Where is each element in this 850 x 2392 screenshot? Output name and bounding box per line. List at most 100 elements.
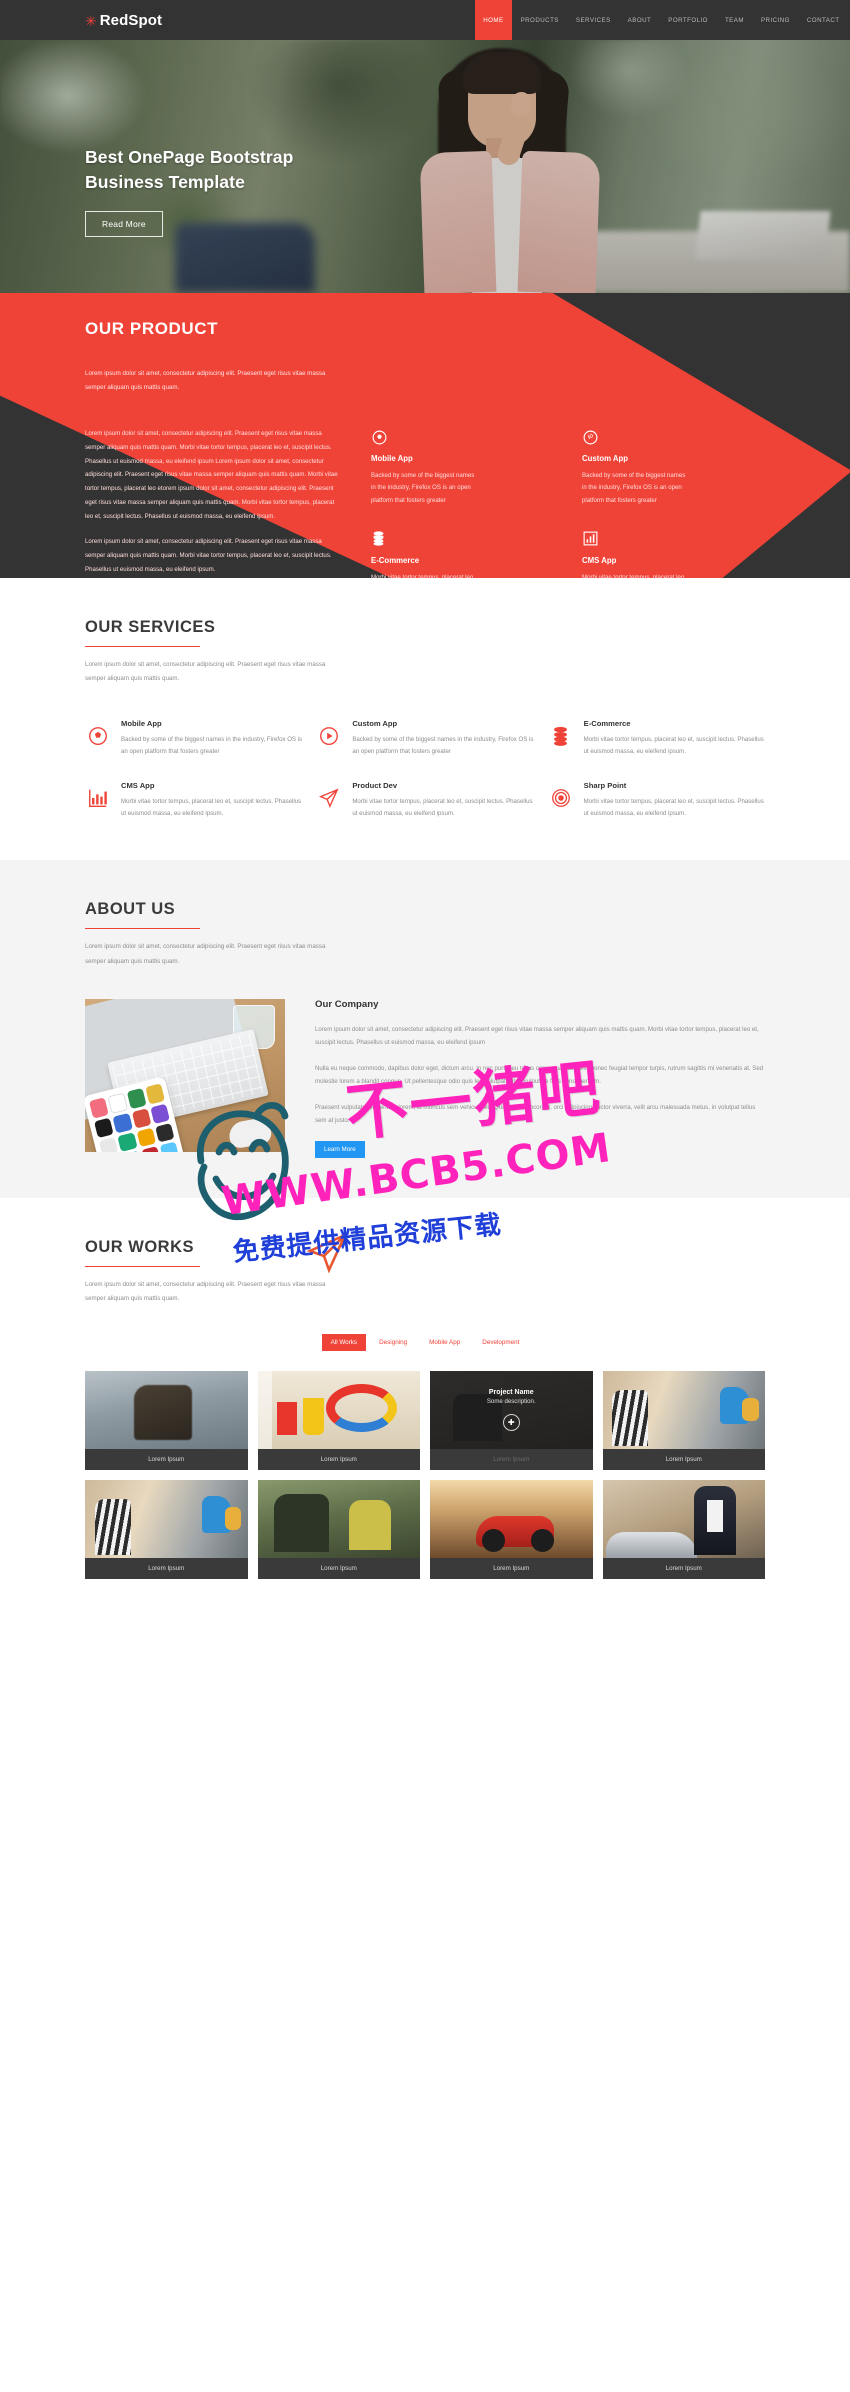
bar-chart-icon — [85, 781, 111, 821]
work-caption: Lorem Ipsum — [430, 1449, 593, 1471]
nav-item-team[interactable]: TEAM — [716, 0, 752, 40]
works-section-lead: Lorem ipsum dolor sit amet, consectetur … — [85, 1280, 326, 1302]
work-thumbnail — [257, 1480, 420, 1559]
services-section-title: OUR SERVICES — [85, 618, 216, 636]
about-subtitle: Our Company — [315, 999, 379, 1010]
product-card-desc: Morbi vitae tortor tempus, placerat leo … — [582, 573, 685, 578]
read-more-button[interactable]: Read More — [85, 210, 163, 237]
service-item-ecommerce[interactable]: E-Commerce Morbi vitae tortor tempus, pl… — [548, 719, 765, 759]
work-item[interactable]: Lorem Ipsum — [430, 1480, 593, 1580]
brand-logo[interactable]: ✳ RedSpot — [85, 12, 162, 29]
services-title-underline — [85, 646, 200, 647]
work-caption: Lorem Ipsum — [257, 1449, 420, 1471]
work-caption: Lorem Ipsum — [430, 1558, 593, 1580]
nav-item-products[interactable]: PRODUCTS — [512, 0, 567, 40]
product-card-cms-app[interactable]: CMS App Morbi vitae tortor tempus, place… — [582, 529, 765, 578]
nav-item-about[interactable]: ABOUT — [619, 0, 660, 40]
service-desc: Morbi vitae tortor tempus, placerat leo … — [352, 797, 533, 817]
work-hover-desc: Some description. — [486, 1398, 536, 1406]
work-hover-overlay: Project Name Some description. ✚ — [430, 1371, 593, 1450]
nav-item-pricing[interactable]: PRICING — [752, 0, 798, 40]
works-title-underline — [85, 1265, 200, 1267]
site-header: ✳ RedSpot HOME PRODUCTS SERVICES ABOUT P… — [0, 0, 850, 40]
service-desc: Morbi vitae tortor tempus, placerat leo … — [121, 797, 302, 817]
service-item-product-dev[interactable]: Product Dev Morbi vitae tortor tempus, p… — [316, 781, 533, 821]
work-item[interactable]: Lorem Ipsum — [85, 1371, 248, 1471]
about-section-title: ABOUT US — [85, 900, 176, 919]
nav-item-services[interactable]: SERVICES — [567, 0, 619, 40]
services-grid: Mobile App Backed by some of the biggest… — [85, 719, 765, 821]
service-title: E-Commerce — [583, 718, 631, 728]
brand-name: RedSpot — [99, 11, 163, 29]
filter-mobile-app[interactable]: Mobile App — [420, 1334, 469, 1351]
hero-content: Best OnePage Bootstrap Business Template… — [85, 145, 355, 237]
nav-item-contact[interactable]: CONTACT — [798, 0, 848, 40]
about-title-underline — [85, 928, 200, 930]
product-card-custom-app[interactable]: Custom App Backed by some of the biggest… — [582, 427, 765, 507]
about-image — [85, 999, 285, 1152]
database-icon — [371, 529, 554, 549]
work-thumbnail — [430, 1480, 593, 1559]
work-hover-title: Project Name — [488, 1389, 534, 1397]
work-thumbnail — [85, 1480, 248, 1559]
product-card-title: Mobile App — [371, 454, 413, 464]
work-thumbnail — [602, 1480, 765, 1559]
service-desc: Morbi vitae tortor tempus, placerat leo … — [583, 735, 764, 756]
product-paragraph-2: Lorem ipsum dolor sit amet, consectetur … — [85, 538, 332, 573]
product-card-mobile-app[interactable]: Mobile App Backed by some of the biggest… — [371, 427, 554, 507]
about-section: ABOUT US Lorem ipsum dolor sit amet, con… — [0, 860, 850, 1198]
service-item-custom-app[interactable]: Custom App Backed by some of the biggest… — [316, 719, 533, 759]
work-item-hovered[interactable]: Project Name Some description. ✚ Lorem I… — [430, 1371, 593, 1471]
service-title: Mobile App — [121, 718, 162, 728]
product-section-title: OUR PRODUCT — [85, 319, 219, 338]
product-card-title: E-Commerce — [371, 555, 420, 565]
product-card-title: Custom App — [582, 454, 629, 464]
about-text-column: Our Company Lorem ipsum dolor sit amet, … — [315, 999, 765, 1158]
main-navigation: HOME PRODUCTS SERVICES ABOUT PORTFOLIO T… — [474, 0, 848, 40]
about-paragraph-1: Lorem ipsum dolor sit amet, consectetur … — [315, 1026, 759, 1047]
nav-item-portfolio[interactable]: PORTFOLIO — [660, 0, 717, 40]
work-thumbnail — [257, 1371, 420, 1450]
pinterest-circle-icon — [582, 427, 765, 447]
work-caption: Lorem Ipsum — [602, 1558, 765, 1580]
about-paragraph-2: Nulla eu neque commodo, dapibus dolor eg… — [315, 1065, 764, 1086]
about-section-lead: Lorem ipsum dolor sit amet, consectetur … — [85, 943, 326, 965]
work-item[interactable]: Lorem Ipsum — [257, 1371, 420, 1471]
filter-all-works[interactable]: All Works — [321, 1334, 367, 1352]
work-item[interactable]: Lorem Ipsum — [85, 1480, 248, 1580]
work-item[interactable]: Lorem Ipsum — [257, 1480, 420, 1580]
paper-plane-icon — [316, 781, 342, 821]
product-paragraph-1: Lorem ipsum dolor sit amet, consectetur … — [85, 430, 338, 520]
work-item[interactable]: Lorem Ipsum — [602, 1480, 765, 1580]
service-item-cms-app[interactable]: CMS App Morbi vitae tortor tempus, place… — [85, 781, 302, 821]
work-caption: Lorem Ipsum — [602, 1449, 765, 1471]
plus-circle-icon[interactable]: ✚ — [502, 1414, 520, 1432]
services-section: OUR SERVICES Lorem ipsum dolor sit amet,… — [0, 578, 850, 861]
service-title: Custom App — [352, 718, 398, 728]
work-item[interactable]: Lorem Ipsum — [602, 1371, 765, 1471]
hero-banner: Best OnePage Bootstrap Business Template… — [0, 40, 850, 293]
product-card-desc: Backed by some of the biggest names in t… — [582, 472, 686, 504]
product-section-lead: Lorem ipsum dolor sit amet, consectetur … — [85, 370, 326, 391]
product-card-desc: Backed by some of the biggest names in t… — [371, 472, 475, 504]
service-item-sharp-point[interactable]: Sharp Point Morbi vitae tortor tempus, p… — [548, 781, 765, 821]
nav-item-home[interactable]: HOME — [474, 0, 513, 40]
product-card-desc: Morbi vitae tortor tempus, placerat leo … — [371, 573, 474, 578]
target-icon — [548, 781, 574, 821]
work-caption: Lorem Ipsum — [85, 1558, 248, 1580]
learn-more-button[interactable]: Learn More — [315, 1140, 365, 1158]
service-desc: Backed by some of the biggest names in t… — [121, 735, 303, 756]
product-card-ecommerce[interactable]: E-Commerce Morbi vitae tortor tempus, pl… — [371, 529, 554, 578]
bar-chart-icon — [582, 529, 765, 549]
soccer-ball-icon — [371, 427, 554, 447]
work-thumbnail — [85, 1371, 248, 1450]
asterisk-icon: ✳ — [85, 13, 97, 29]
filter-development[interactable]: Development — [473, 1334, 528, 1351]
product-section: OUR PRODUCT Lorem ipsum dolor sit amet, … — [0, 293, 850, 578]
filter-designing[interactable]: Designing — [370, 1334, 416, 1351]
service-item-mobile-app[interactable]: Mobile App Backed by some of the biggest… — [85, 719, 302, 759]
works-filter-bar: All Works Designing Mobile App Developme… — [85, 1334, 765, 1352]
work-caption: Lorem Ipsum — [257, 1558, 420, 1580]
hero-title: Best OnePage Bootstrap Business Template — [85, 147, 294, 192]
landing-page: ✳ RedSpot HOME PRODUCTS SERVICES ABOUT P… — [0, 0, 850, 1620]
